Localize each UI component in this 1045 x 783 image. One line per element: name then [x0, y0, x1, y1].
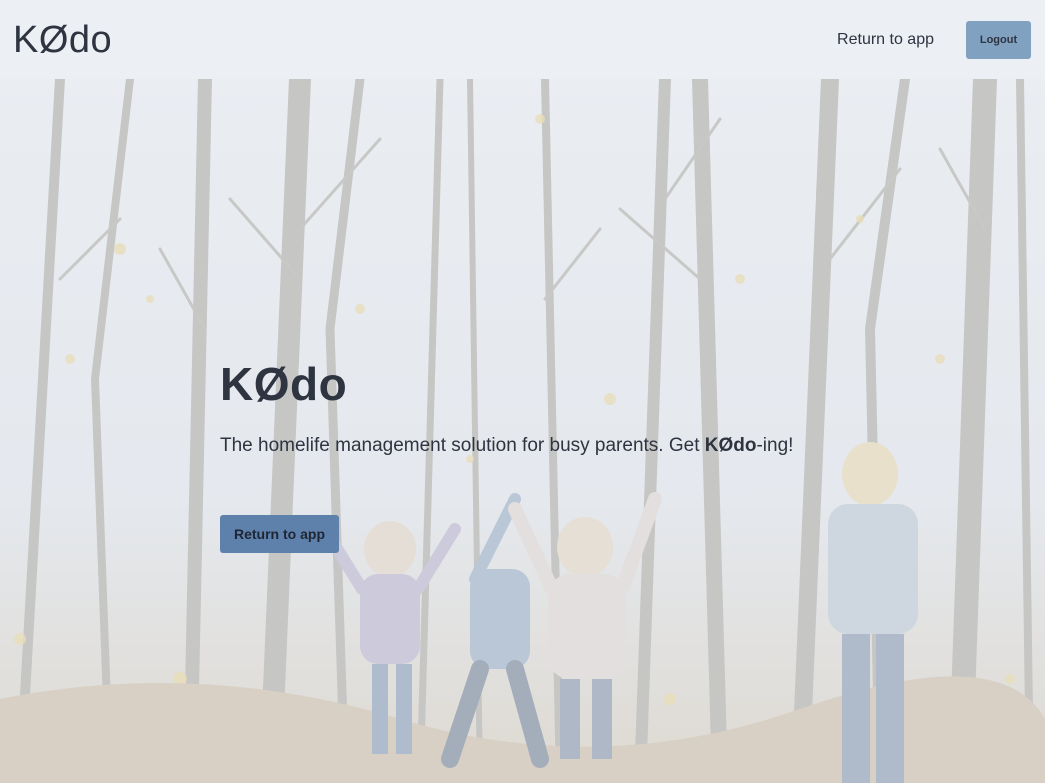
- navbar: KØdo Return to app Logout: [0, 0, 1045, 79]
- tagline-brand: KØdo: [704, 435, 757, 456]
- brand-logo[interactable]: KØdo: [13, 21, 112, 59]
- nav-actions: Return to app Logout: [837, 20, 1031, 59]
- hero-title: KØdo: [220, 358, 348, 410]
- tagline-suffix: -ing!: [756, 435, 794, 456]
- hero-section: KØdo The homelife management solution fo…: [0, 79, 1045, 783]
- hero-tagline: The homelife management solution for bus…: [220, 435, 793, 457]
- hero-content: KØdo The homelife management solution fo…: [220, 361, 793, 553]
- tagline-prefix: The homelife management solution for bus…: [220, 435, 705, 456]
- logout-button[interactable]: Logout: [966, 20, 1031, 59]
- return-to-app-button[interactable]: Return to app: [220, 515, 339, 553]
- return-to-app-link[interactable]: Return to app: [837, 31, 934, 49]
